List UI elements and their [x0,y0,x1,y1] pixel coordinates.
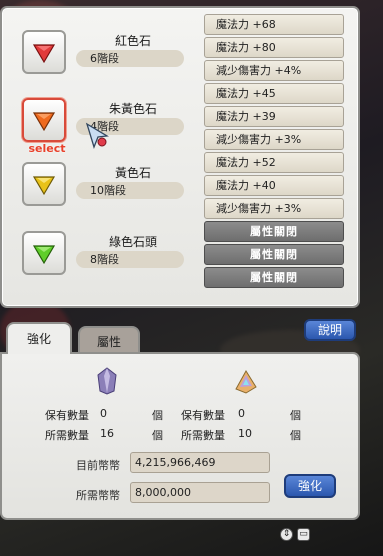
select-tag: select [28,142,66,155]
stat-cell: 魔法力 +68 [204,14,344,35]
window-icon[interactable]: ▭ [297,528,310,541]
gem-row-green[interactable]: 綠色石頭 8階段 [16,229,196,289]
scroll-icon[interactable]: ⇕ [280,528,293,541]
owned-label: 保有數量 [45,409,89,422]
current-money-label: 目前幣幣 [76,459,120,472]
required-money-field: 8,000,000 [130,482,270,503]
gem-name: 朱黃色石 [108,102,157,116]
current-money-field: 4,215,966,469 [130,452,270,473]
gem-slot-selected[interactable] [22,98,66,142]
strengthen-button[interactable]: 強化 [284,474,336,498]
unit-label: 個 [152,429,163,442]
tab-strengthen[interactable]: 強化 [6,322,72,354]
unit-label: 個 [290,409,301,422]
window-controls: ⇕ ▭ [280,528,310,541]
gem-row-red[interactable]: 紅色石 6階段 [16,28,196,88]
stat-list: 魔法力 +68 魔法力 +80 減少傷害力 +4% 魔法力 +45 魔法力 +3… [204,14,344,290]
gem-slot[interactable] [22,162,66,206]
stat-cell-locked: 屬性關閉 [204,267,344,288]
required-money-label: 所需幣幣 [76,489,120,502]
gem-grade: 8階段 [76,251,184,268]
gem-row-yellow[interactable]: 黃色石 10階段 [16,160,196,220]
stat-cell-locked: 屬性關閉 [204,244,344,265]
required-label: 所需數量 [181,429,225,442]
stat-cell: 減少傷害力 +3% [204,198,344,219]
unit-label: 個 [152,409,163,422]
stat-cell: 魔法力 +80 [204,37,344,58]
gem-name: 紅色石 [114,34,151,48]
stat-cell: 魔法力 +45 [204,83,344,104]
green-gem-icon [32,245,56,265]
purple-crystal-icon [92,366,122,396]
required-value: 16 [100,427,114,440]
stat-cell: 魔法力 +40 [204,175,344,196]
tab-attribute[interactable]: 屬性 [78,326,140,354]
stat-cell: 減少傷害力 +4% [204,60,344,81]
rainbow-crystal-icon [230,366,260,396]
owned-label: 保有數量 [181,409,225,422]
stat-cell: 魔法力 +39 [204,106,344,127]
yellow-gem-icon [32,176,56,196]
gem-name: 黃色石 [114,166,151,180]
gem-name: 綠色石頭 [108,235,157,249]
mouse-cursor-icon [85,122,109,149]
help-button[interactable]: 說明 [304,319,356,341]
gem-grade: 6階段 [76,50,184,67]
stat-cell: 減少傷害力 +3% [204,129,344,150]
gem-panel: 紅色石 6階段 select 朱黃色石 4階段 黃色石 10階段 綠色石頭 8階… [0,6,360,308]
required-value: 10 [238,427,252,440]
unit-label: 個 [290,429,301,442]
owned-value: 0 [238,407,245,420]
gem-slot[interactable] [22,30,66,74]
red-gem-icon [32,44,56,64]
stat-cell: 魔法力 +52 [204,152,344,173]
required-label: 所需數量 [45,429,89,442]
orange-gem-icon [32,112,56,132]
stat-cell-locked: 屬性關閉 [204,221,344,242]
gem-grade: 10階段 [76,182,184,199]
gem-slot[interactable] [22,231,66,275]
owned-value: 0 [100,407,107,420]
